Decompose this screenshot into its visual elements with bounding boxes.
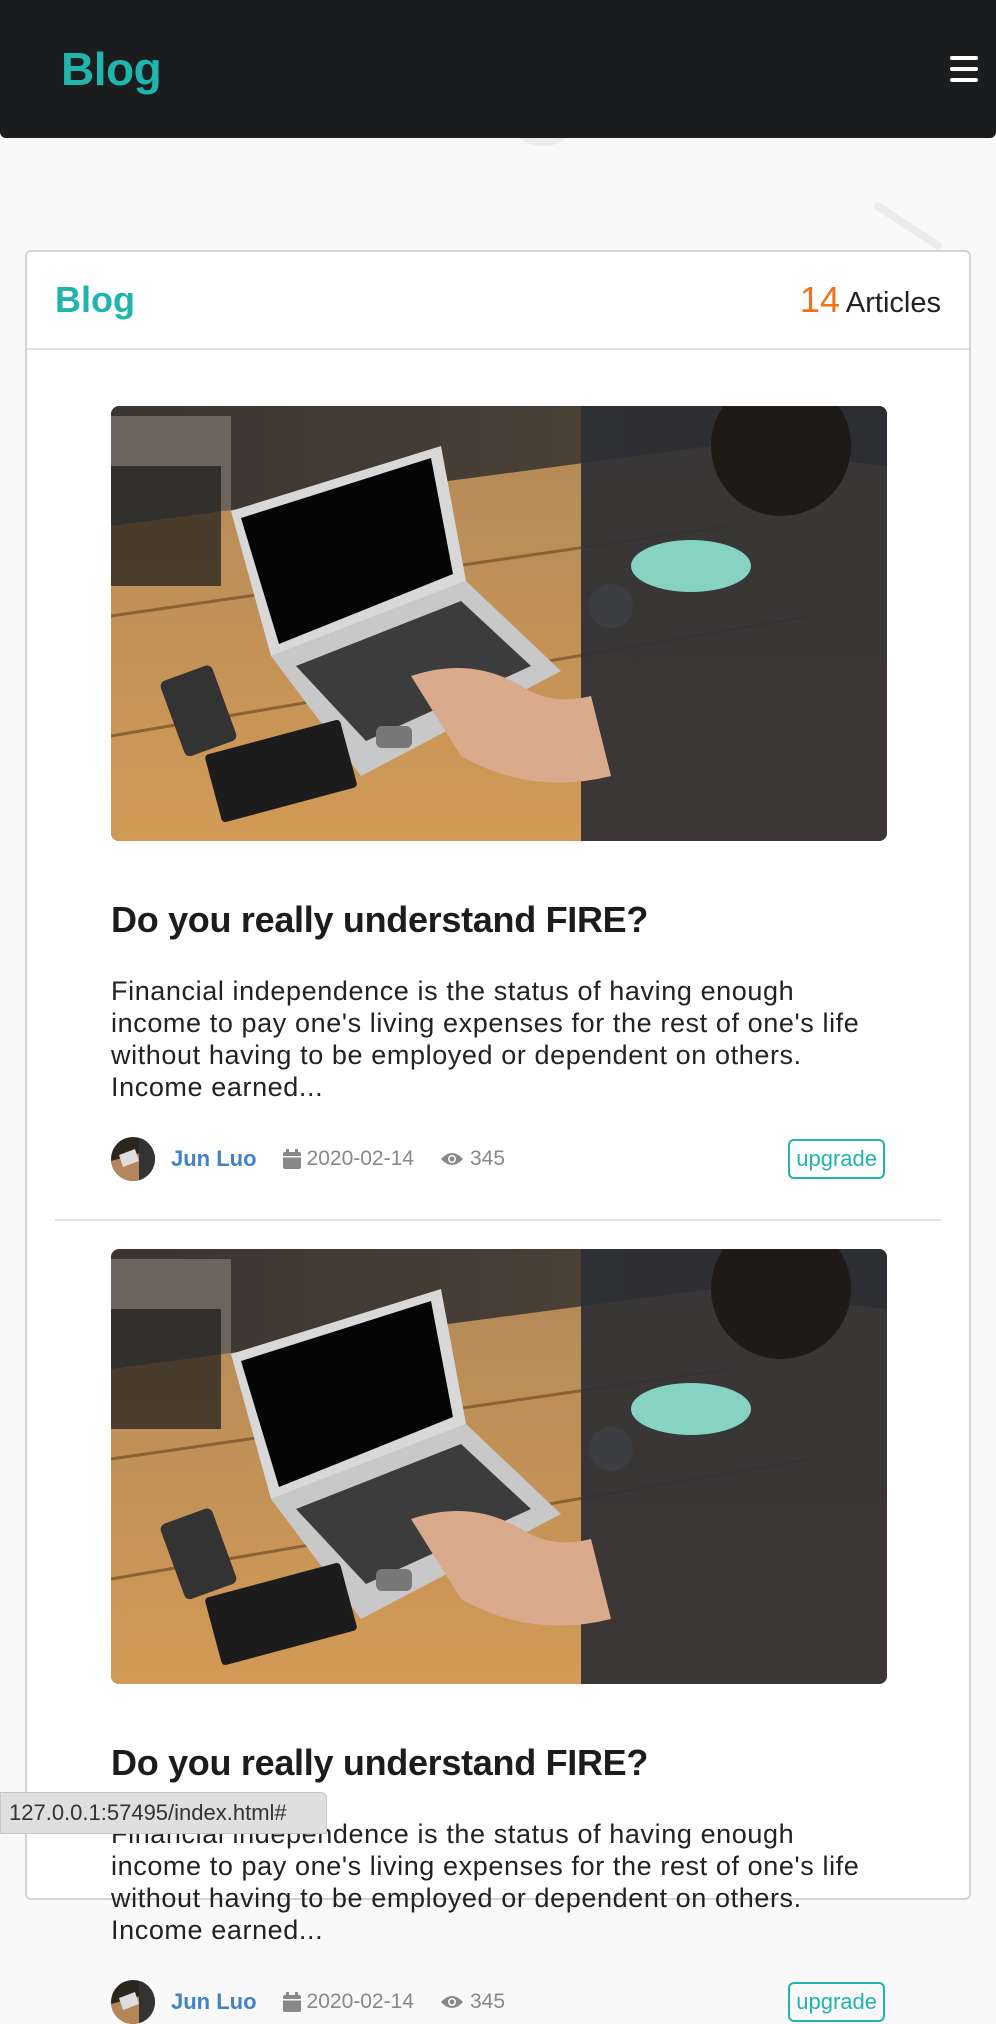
article-excerpt: Financial independence is the status of … [111, 976, 860, 1102]
background-decoration [872, 200, 944, 252]
article-item: Do you really understand FIRE? Financial… [27, 350, 969, 1221]
article-title[interactable]: Do you really understand FIRE? [111, 899, 885, 941]
navbar: Blog [0, 0, 996, 138]
author-name[interactable]: Jun Luo [171, 1146, 257, 1172]
article-count-label: Articles [845, 287, 941, 319]
article-meta: Jun Luo 2020-02-14 345 upgrade [111, 1980, 885, 2024]
calendar-icon [282, 1992, 301, 2012]
article-meta: Jun Luo 2020-02-14 345 upgrade [111, 1137, 885, 1181]
card-title: Blog [55, 279, 135, 320]
article-count-number: 14 [799, 279, 840, 320]
category-tag[interactable]: upgrade [788, 1982, 885, 2022]
menu-bar [950, 78, 978, 82]
menu-bar [950, 56, 978, 60]
publish-date: 2020-02-14 [282, 1990, 414, 2014]
eye-icon [440, 1996, 463, 2008]
hamburger-menu-icon[interactable] [950, 56, 978, 82]
category-tag[interactable]: upgrade [788, 1139, 885, 1179]
view-count: 345 [440, 1990, 505, 2014]
author-avatar[interactable] [111, 1137, 155, 1181]
article-item: Do you really understand FIRE? Financial… [27, 1221, 969, 2024]
publish-date-text: 2020-02-14 [306, 1147, 414, 1170]
article-cover-image[interactable] [111, 1249, 887, 1684]
blog-card: Blog 14 Articles Do you really understan… [25, 250, 971, 2024]
view-count: 345 [440, 1147, 505, 1171]
author-avatar[interactable] [111, 1980, 155, 2024]
view-count-text: 345 [469, 1147, 506, 1170]
menu-bar [950, 67, 978, 71]
author-name[interactable]: Jun Luo [171, 1989, 257, 2015]
eye-icon [440, 1153, 463, 1165]
publish-date: 2020-02-14 [282, 1147, 414, 1171]
article-excerpt: Financial independence is the status of … [111, 1819, 860, 1945]
brand-logo[interactable]: Blog [61, 42, 162, 96]
article-title[interactable]: Do you really understand FIRE? [111, 1742, 885, 1784]
view-count-text: 345 [469, 1990, 506, 2013]
card-header: Blog 14 Articles [27, 252, 969, 350]
article-cover-image[interactable] [111, 406, 887, 841]
article-count: 14 Articles [800, 279, 941, 321]
publish-date-text: 2020-02-14 [306, 1990, 414, 2013]
calendar-icon [282, 1149, 301, 1169]
browser-status-url: 127.0.0.1:57495/index.html# [0, 1792, 327, 1834]
